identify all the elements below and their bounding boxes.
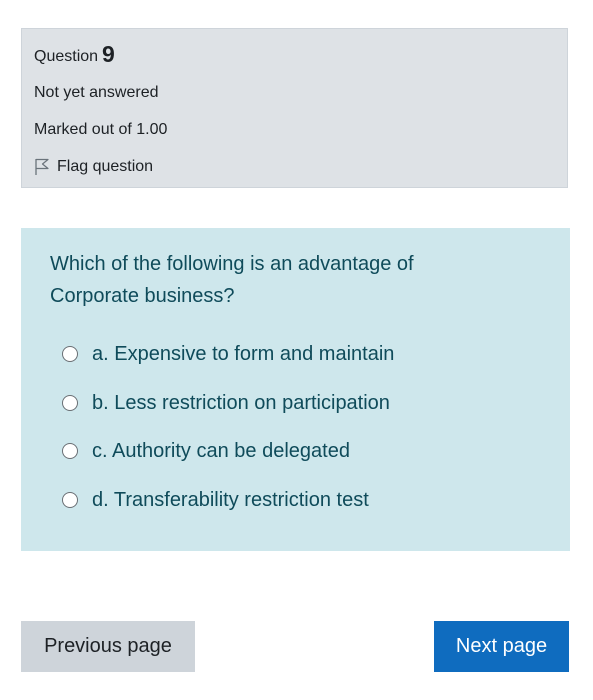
answer-option-b[interactable]: b. Less restriction on participation [62, 391, 542, 415]
answer-label: b. Less restriction on participation [92, 391, 390, 414]
question-word: Question [34, 48, 99, 65]
radio-unchecked-icon[interactable] [62, 346, 78, 362]
answer-option-a[interactable]: a. Expensive to form and maintain [62, 342, 542, 366]
previous-page-button[interactable]: Previous page [21, 621, 195, 672]
answer-list: a. Expensive to form and maintain b. Les… [50, 342, 542, 512]
flag-question-label: Flag question [57, 158, 154, 175]
answer-option-d[interactable]: d. Transferability restriction test [62, 488, 542, 512]
radio-unchecked-icon[interactable] [62, 443, 78, 459]
answer-label: d. Transferability restriction test [92, 488, 369, 511]
question-text: Which of the following is an advantage o… [50, 253, 414, 307]
flag-icon [34, 158, 50, 176]
radio-unchecked-icon[interactable] [62, 394, 78, 411]
question-heading: Question 9 [34, 41, 567, 68]
question-marks: Marked out of 1.00 [34, 121, 168, 138]
question-status: Not yet answered [34, 84, 159, 101]
quiz-page: Question 9 Not yet answered Marked out of… [0, 0, 593, 700]
answer-label: a. Expensive to form and maintain [92, 343, 395, 365]
next-page-button[interactable]: Next page [434, 621, 569, 672]
answer-option-c[interactable]: c. Authority can be delegated [62, 439, 542, 463]
answer-label: c. Authority can be delegated [92, 440, 350, 462]
radio-unchecked-icon[interactable] [62, 491, 78, 508]
flag-question-link[interactable]: Flag question [34, 155, 567, 179]
question-info-panel: Question 9 Not yet answered Marked out of… [21, 28, 568, 188]
question-number: 9 [102, 41, 115, 67]
question-content-panel: Which of the following is an advantage o… [21, 228, 570, 551]
